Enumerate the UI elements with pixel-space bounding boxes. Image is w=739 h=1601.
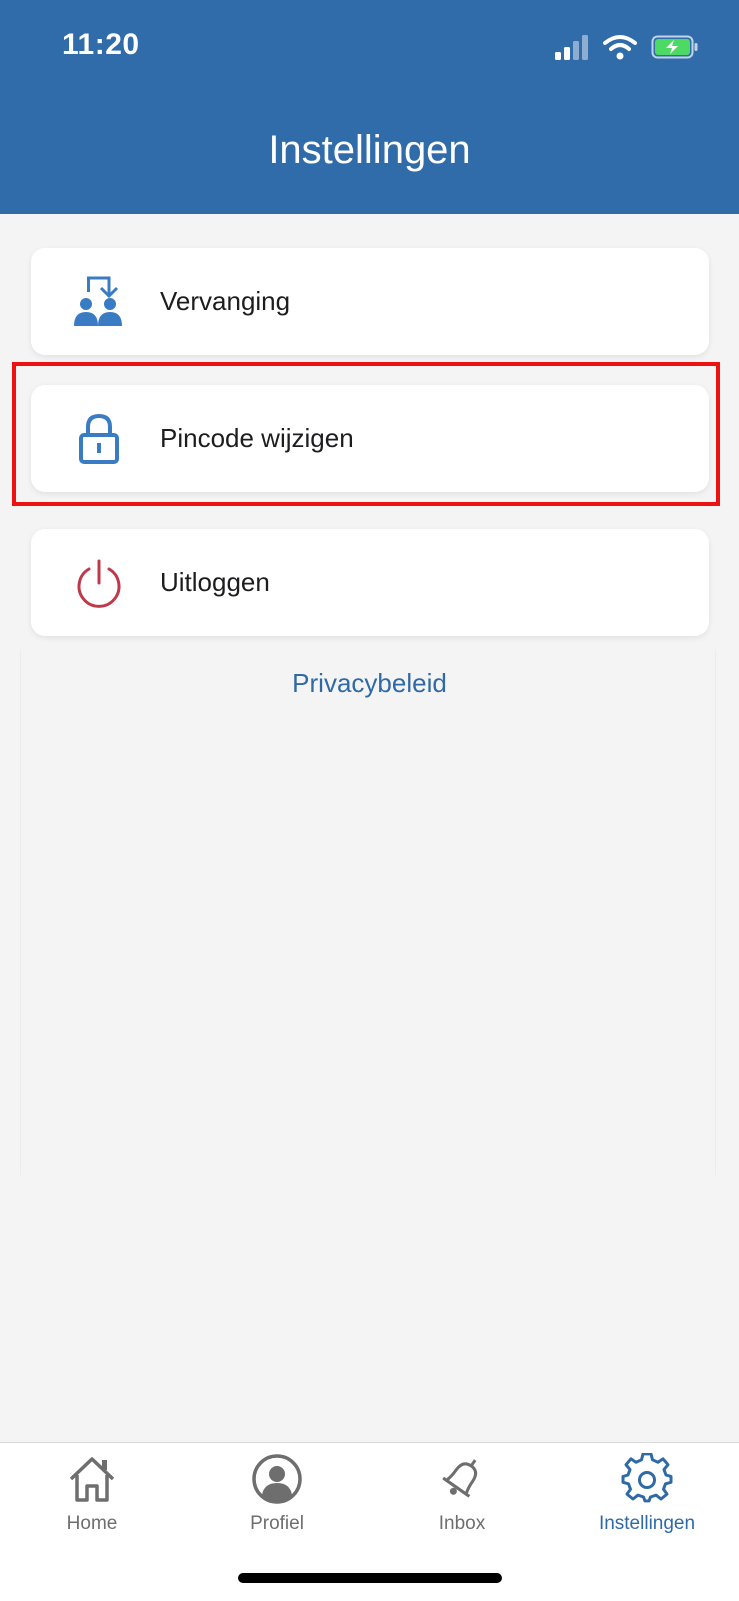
status-time: 11:20: [62, 28, 140, 61]
tab-label: Home: [66, 1513, 118, 1534]
home-icon: [69, 1457, 115, 1502]
menu-item-uitloggen[interactable]: Uitloggen: [31, 529, 709, 636]
privacy-panel: [20, 650, 716, 1175]
wifi-icon: [603, 35, 637, 60]
gear-icon: [621, 1453, 673, 1503]
app-header: 11:20 Instellingen: [0, 0, 739, 214]
tab-label: Profiel: [250, 1513, 304, 1534]
lock-icon: [69, 409, 129, 469]
profile-icon: [252, 1454, 302, 1504]
menu-item-vervanging[interactable]: Vervanging: [31, 248, 709, 355]
tab-label: Inbox: [438, 1513, 486, 1534]
tab-instellingen[interactable]: Instellingen: [555, 1453, 739, 1553]
battery-icon: [651, 35, 698, 59]
status-icons: [555, 32, 699, 62]
power-icon: [69, 553, 129, 613]
menu-item-label: Pincode wijzigen: [160, 423, 354, 453]
menu-item-label: Vervanging: [160, 286, 291, 316]
bell-icon: [442, 1459, 478, 1498]
privacy-policy-link[interactable]: Privacybeleid: [0, 668, 739, 699]
signal-icon: [555, 35, 588, 60]
tab-label: Instellingen: [598, 1513, 696, 1534]
tab-home[interactable]: Home: [0, 1453, 184, 1553]
tab-profiel[interactable]: Profiel: [185, 1453, 369, 1553]
page-title: Instellingen: [268, 128, 471, 172]
tab-inbox[interactable]: Inbox: [370, 1453, 554, 1553]
replacement-users-icon: [69, 272, 129, 332]
home-indicator: [238, 1573, 502, 1583]
menu-item-label: Uitloggen: [160, 567, 270, 597]
menu-item-pincode-wijzigen[interactable]: Pincode wijzigen: [31, 385, 709, 492]
